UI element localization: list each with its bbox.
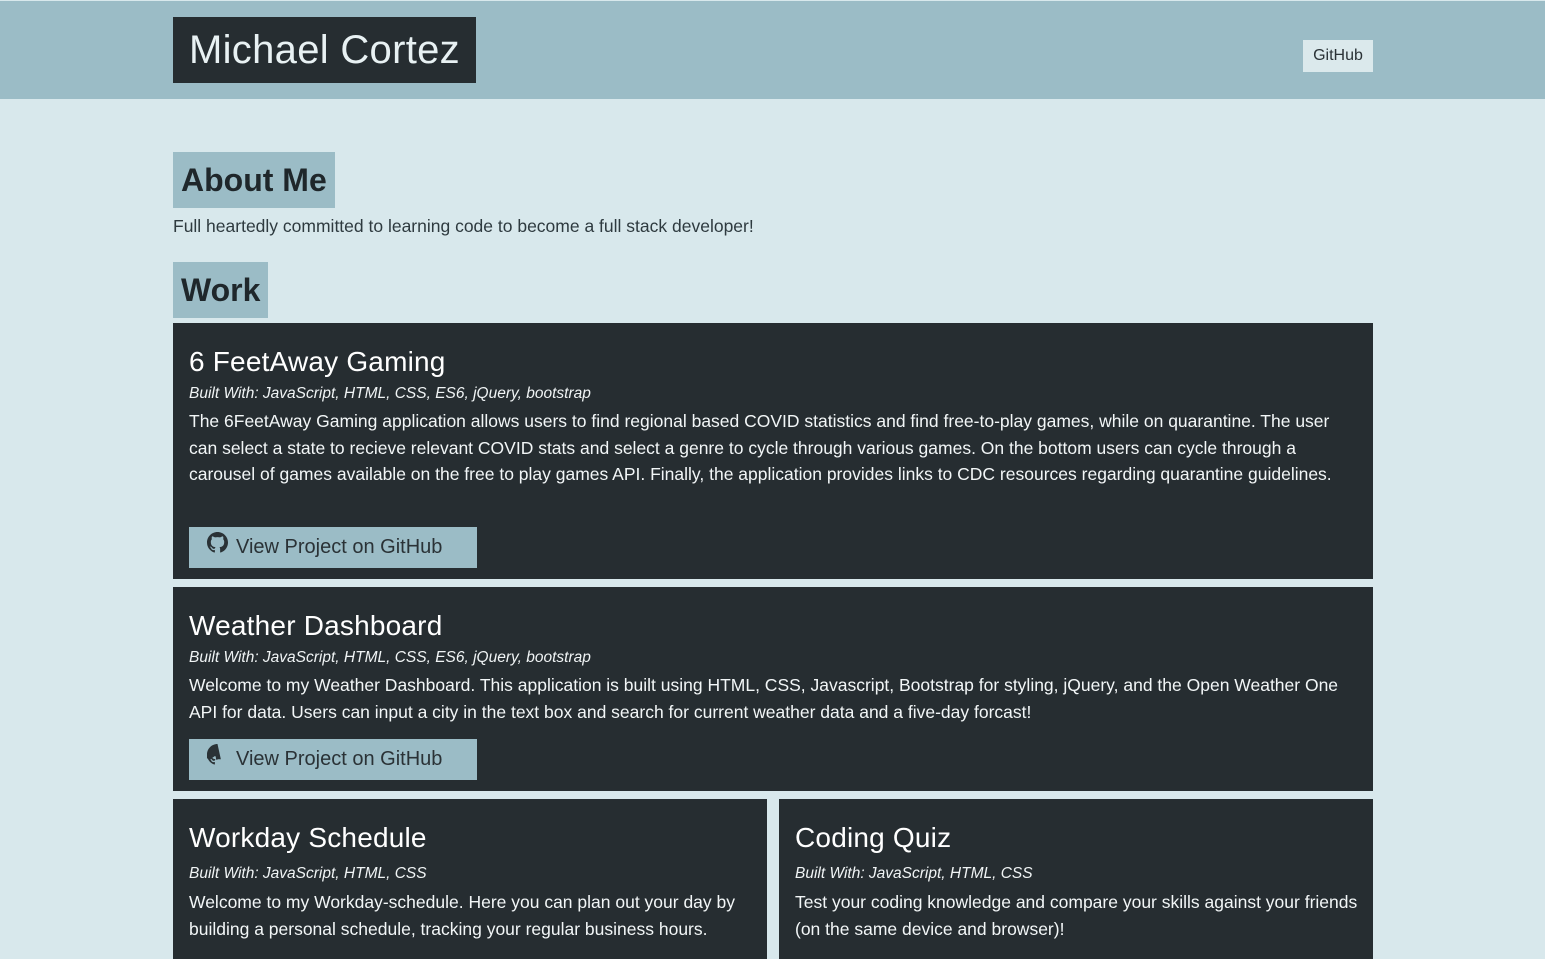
project-card-weather-dashboard: Weather Dashboard Built With: JavaScript… [173,587,1373,791]
project-card-coding-quiz: Coding Quiz Built With: JavaScript, HTML… [779,799,1373,959]
github-icon [205,739,228,780]
project-title: Coding Quiz [795,822,952,853]
project-title: Weather Dashboard [189,610,443,641]
project-built-with: Built With: JavaScript, HTML, CSS, ES6, … [189,385,591,402]
view-project-label: View Project on GitHub [236,748,443,770]
project-card-6feetaway: 6 FeetAway Gaming Built With: JavaScript… [173,323,1373,579]
view-project-label: View Project on GitHub [236,536,443,558]
view-project-button[interactable]: View Project on GitHub [189,527,477,568]
github-nav-link[interactable]: GitHub [1303,40,1373,72]
project-description: Test your coding knowledge and compare y… [795,892,1358,939]
project-description: Welcome to my Workday-schedule. Here you… [189,892,736,939]
about-text: Full heartedly committed to learning cod… [173,216,754,236]
project-built-with: Built With: JavaScript, HTML, CSS, ES6, … [189,649,591,666]
view-project-button[interactable]: View Project on GitHub [189,739,477,780]
project-description: Welcome to my Weather Dashboard. This ap… [189,675,1339,722]
project-card-workday-schedule: Workday Schedule Built With: JavaScript,… [173,799,767,959]
project-built-with: Built With: JavaScript, HTML, CSS [189,865,427,882]
brand-name: Michael Cortez [173,17,476,83]
project-title: Workday Schedule [189,822,427,853]
about-heading: About Me [173,152,335,208]
site-header: Michael Cortez GitHub [0,1,1545,99]
project-description: The 6FeetAway Gaming application allows … [189,411,1332,484]
github-icon [207,527,228,568]
project-built-with: Built With: JavaScript, HTML, CSS [795,865,1033,882]
work-heading: Work [173,262,269,318]
project-title: 6 FeetAway Gaming [189,346,446,377]
